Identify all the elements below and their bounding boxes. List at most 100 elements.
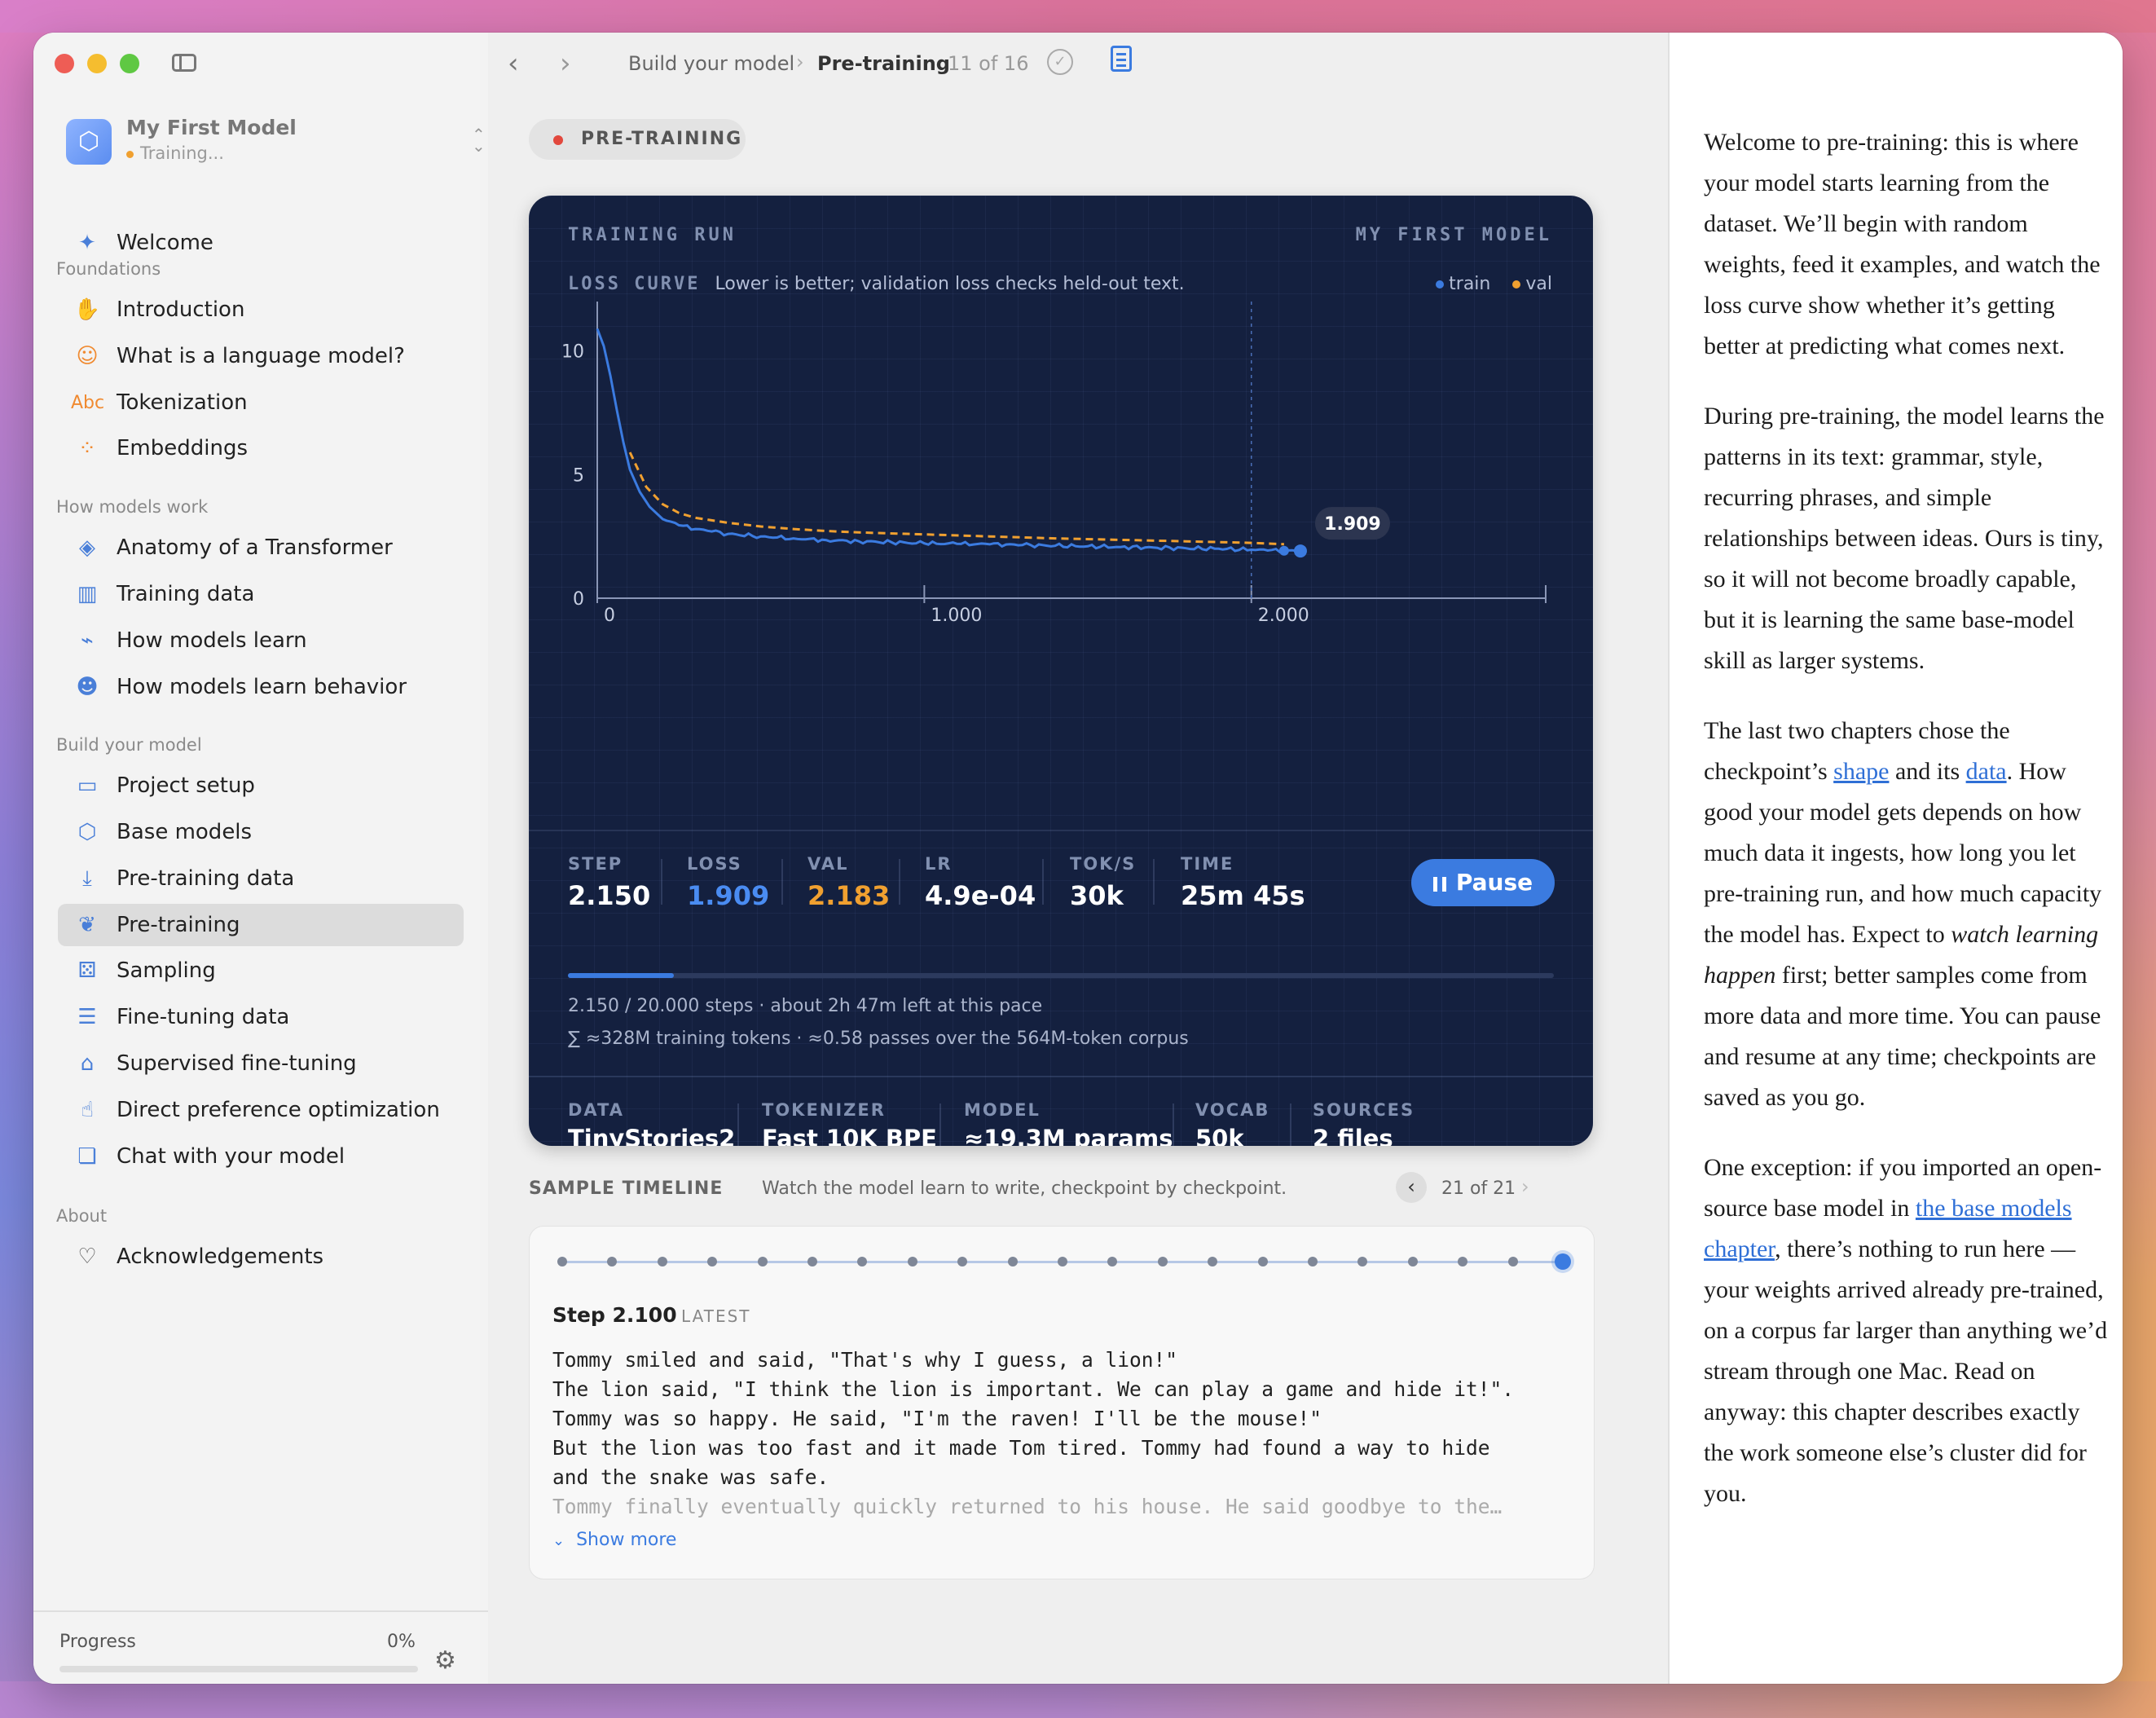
- spec-separator: [1173, 1103, 1174, 1146]
- sidebar-item-sft[interactable]: ⌂ Supervised fine-tuning: [58, 1042, 464, 1085]
- close-window-button[interactable]: [55, 54, 74, 73]
- timeline-checkpoint-dot[interactable]: [1308, 1257, 1318, 1266]
- sidebar-item-how-models-learn[interactable]: ⌁ How models learn: [58, 619, 464, 662]
- previous-sample-button[interactable]: ‹: [1396, 1172, 1427, 1203]
- zoom-window-button[interactable]: [120, 54, 139, 73]
- sidebar-item-acknowledgements[interactable]: ♡ Acknowledgements: [58, 1236, 464, 1278]
- stat-separator: [899, 859, 900, 905]
- section-foundations: Foundations: [56, 259, 161, 279]
- timeline-checkpoint-dot[interactable]: [1208, 1257, 1218, 1266]
- chart-line-icon: ⌁: [81, 628, 94, 653]
- sidebar-item-pretraining-data[interactable]: ⤓ Pre-training data: [58, 857, 464, 900]
- stat-label: LR: [925, 854, 953, 874]
- stat-label: STEP: [568, 854, 623, 874]
- val-series-line: [628, 452, 1284, 546]
- legend-train: train: [1449, 274, 1491, 294]
- stat-time: TIME 25m 45s: [1181, 854, 1305, 911]
- data-link[interactable]: data: [1966, 758, 2007, 785]
- pause-button[interactable]: Pause: [1411, 859, 1555, 906]
- spec-separator: [939, 1103, 941, 1146]
- sidebar-item-sampling[interactable]: ⚄ Sampling: [58, 949, 464, 992]
- stat-separator: [781, 859, 783, 905]
- timeline-checkpoint-dot[interactable]: [1257, 1257, 1268, 1266]
- timeline-checkpoint-dot[interactable]: [557, 1257, 567, 1266]
- model-status: Training...: [126, 143, 224, 163]
- run-progress-bar: [568, 973, 1554, 978]
- x-tick-label: 0: [604, 606, 615, 626]
- legend-val-dot: [1512, 280, 1521, 289]
- breadcrumb-separator-icon: ›: [796, 51, 804, 73]
- timeline-checkpoint-dot[interactable]: [1507, 1257, 1518, 1266]
- timeline-checkpoint-dot[interactable]: [957, 1257, 968, 1266]
- breadcrumb-parent[interactable]: Build your model: [628, 52, 794, 75]
- sidebar-item-label: How models learn: [117, 628, 307, 653]
- timeline-checkpoint-dot[interactable]: [1107, 1257, 1118, 1266]
- sidebar-toggle-icon[interactable]: [172, 54, 196, 72]
- sidebar-item-label: Acknowledgements: [117, 1244, 324, 1269]
- checkmark-circle-icon[interactable]: ✓: [1047, 49, 1073, 75]
- sidebar-item-embeddings[interactable]: ⁘ Embeddings: [58, 427, 464, 469]
- sidebar-item-label: Base models: [117, 820, 253, 844]
- sidebar-item-label: Sampling: [117, 958, 216, 983]
- status-dot: [553, 135, 563, 145]
- next-sample-button[interactable]: ›: [1521, 1175, 1529, 1198]
- sidebar-item-pretraining[interactable]: ❦ Pre-training: [58, 904, 464, 946]
- chapter-count: 11 of 16: [948, 52, 1029, 75]
- show-more-button[interactable]: ⌄ Show more: [552, 1530, 676, 1550]
- books-icon: ▥: [77, 582, 98, 606]
- sidebar-item-base-models[interactable]: ⬡ Base models: [58, 811, 464, 853]
- sidebar-item-project-setup[interactable]: ▭ Project setup: [58, 764, 464, 807]
- sidebar-item-label: Direct preference optimization: [117, 1098, 440, 1122]
- tray-download-icon: ⤓: [82, 866, 92, 891]
- timeline-checkpoint-dot[interactable]: [857, 1257, 868, 1266]
- sidebar-item-introduction[interactable]: ✋ Introduction: [58, 289, 464, 331]
- document-icon[interactable]: [1111, 46, 1132, 72]
- timeline-checkpoint-dot[interactable]: [807, 1257, 817, 1266]
- timeline-checkpoint-dot[interactable]: [1357, 1257, 1368, 1266]
- panel-divider: [529, 1076, 1593, 1077]
- timeline-checkpoint-dot[interactable]: [1058, 1257, 1067, 1266]
- panel-model-label: MY FIRST MODEL: [1355, 225, 1552, 245]
- pause-button-label: Pause: [1455, 869, 1533, 896]
- sidebar-item-label: How models learn behavior: [117, 675, 407, 699]
- sidebar-item-chat[interactable]: ❏ Chat with your model: [58, 1135, 464, 1178]
- model-switcher[interactable]: ⬡ My First Model Training... ⌃ ⌄: [66, 114, 490, 171]
- timeline-checkpoint-dot[interactable]: [757, 1257, 768, 1266]
- back-button[interactable]: ‹: [508, 47, 519, 80]
- latest-badge: LATEST: [681, 1306, 751, 1326]
- main-content: ‹ › Build your model › Pre-training 11 o…: [488, 33, 1668, 1684]
- progress-percent: 0%: [387, 1632, 416, 1652]
- sidebar-item-dpo[interactable]: ☝ Direct preference optimization: [58, 1089, 464, 1131]
- timeline-checkpoint-dot[interactable]: [1458, 1257, 1468, 1266]
- graduation-cap-icon: ⌂: [80, 1051, 95, 1076]
- timeline-checkpoint-dot[interactable]: [657, 1257, 667, 1266]
- spec-separator: [1290, 1103, 1291, 1146]
- sidebar-item-training-data[interactable]: ▥ Training data: [58, 573, 464, 615]
- timeline-checkpoint-dot[interactable]: [1407, 1257, 1418, 1266]
- y-tick-label: 5: [573, 465, 584, 486]
- stat-value: 2.183: [807, 880, 891, 911]
- forward-button[interactable]: ›: [560, 47, 571, 80]
- timeline-checkpoint-dot[interactable]: [607, 1257, 618, 1266]
- sidebar-item-anatomy[interactable]: ◈ Anatomy of a Transformer: [58, 526, 464, 569]
- timeline-checkpoint-dot[interactable]: [1007, 1257, 1018, 1266]
- sidebar-item-label: Welcome: [117, 231, 213, 255]
- sidebar-item-how-models-learn-behavior[interactable]: ☻ How models learn behavior: [58, 666, 464, 708]
- sidebar-item-what-is-lm[interactable]: ☺ What is a language model?: [58, 335, 464, 377]
- timeline-checkpoint-dot[interactable]: [707, 1257, 718, 1266]
- timeline-checkpoint-dot[interactable]: [1555, 1253, 1571, 1270]
- sliders-icon[interactable]: ⚙: [434, 1646, 456, 1675]
- sidebar-item-tokenization[interactable]: Abc Tokenization: [58, 381, 464, 424]
- status-dot: [126, 150, 134, 158]
- timeline-checkpoint-dot[interactable]: [1157, 1257, 1168, 1266]
- minimize-window-button[interactable]: [87, 54, 107, 73]
- run-steps-text: 2.150 / 20.000 steps · about 2h 47m left…: [568, 996, 1043, 1016]
- progress-bar: [59, 1666, 418, 1672]
- shape-link[interactable]: shape: [1833, 758, 1889, 785]
- sidebar-item-welcome[interactable]: ✦ Welcome: [58, 222, 464, 264]
- timeline-checkpoint-dot[interactable]: [907, 1257, 917, 1266]
- model-status-text: Training...: [140, 143, 224, 163]
- sidebar-item-finetuning-data[interactable]: ☰ Fine-tuning data: [58, 996, 464, 1038]
- stat-value: 30k: [1070, 880, 1124, 911]
- run-progress-fill: [568, 973, 675, 978]
